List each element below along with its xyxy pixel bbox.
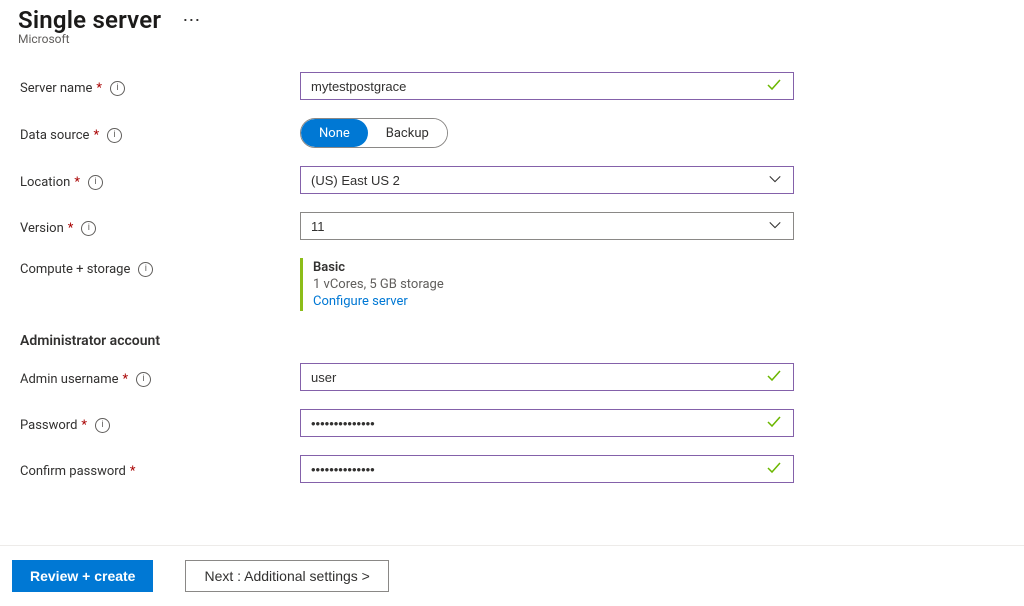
page-subtitle: Microsoft [18, 32, 1006, 46]
server-name-input[interactable] [300, 72, 794, 100]
admin-section-title: Administrator account [20, 333, 1024, 349]
info-icon[interactable]: i [138, 262, 153, 277]
data-source-toggle: None Backup [300, 118, 448, 148]
row-version: Version * i [20, 212, 1024, 240]
password-input[interactable] [300, 409, 794, 437]
location-select[interactable] [300, 166, 794, 194]
row-location: Location * i [20, 166, 1024, 194]
label-server-name: Server name * i [20, 77, 300, 96]
info-icon[interactable]: i [110, 81, 125, 96]
next-button[interactable]: Next : Additional settings > [185, 560, 388, 592]
data-source-option-backup[interactable]: Backup [368, 119, 447, 147]
required-star: * [130, 464, 136, 479]
wizard-footer: Review + create Next : Additional settin… [0, 545, 1024, 606]
info-icon[interactable]: i [95, 418, 110, 433]
info-icon[interactable]: i [107, 128, 122, 143]
page-header: Single server ⋯ Microsoft [0, 0, 1024, 54]
label-data-source: Data source * i [20, 124, 300, 143]
label-admin-username: Admin username * i [20, 368, 300, 387]
row-password: Password * i [20, 409, 1024, 437]
row-admin-username: Admin username * i [20, 363, 1024, 391]
row-server-name: Server name * i [20, 72, 1024, 100]
confirm-password-input[interactable] [300, 455, 794, 483]
info-icon[interactable]: i [81, 221, 96, 236]
required-star: * [74, 175, 80, 190]
label-location: Location * i [20, 171, 300, 190]
form-area: Server name * i Data source * i None Bac… [0, 72, 1024, 483]
configure-server-link[interactable]: Configure server [313, 294, 800, 309]
admin-username-input[interactable] [300, 363, 794, 391]
label-version: Version * i [20, 217, 300, 236]
info-icon[interactable]: i [88, 175, 103, 190]
review-create-button[interactable]: Review + create [12, 560, 153, 592]
label-confirm-password: Confirm password * [20, 460, 300, 479]
required-star: * [96, 81, 102, 96]
row-data-source: Data source * i None Backup [20, 118, 1024, 148]
compute-detail: 1 vCores, 5 GB storage [313, 277, 800, 292]
label-password: Password * i [20, 414, 300, 433]
more-icon[interactable]: ⋯ [182, 10, 202, 31]
version-select[interactable] [300, 212, 794, 240]
required-star: * [93, 128, 99, 143]
page-title: Single server [18, 6, 161, 34]
data-source-option-none[interactable]: None [301, 119, 368, 147]
row-confirm-password: Confirm password * [20, 455, 1024, 483]
info-icon[interactable]: i [136, 372, 151, 387]
compute-summary: Basic 1 vCores, 5 GB storage Configure s… [300, 258, 800, 311]
compute-tier: Basic [313, 260, 800, 275]
row-compute-storage: Compute + storage i Basic 1 vCores, 5 GB… [20, 258, 1024, 311]
label-compute-storage: Compute + storage i [20, 258, 300, 277]
required-star: * [81, 418, 87, 433]
required-star: * [68, 221, 74, 236]
required-star: * [123, 372, 129, 387]
